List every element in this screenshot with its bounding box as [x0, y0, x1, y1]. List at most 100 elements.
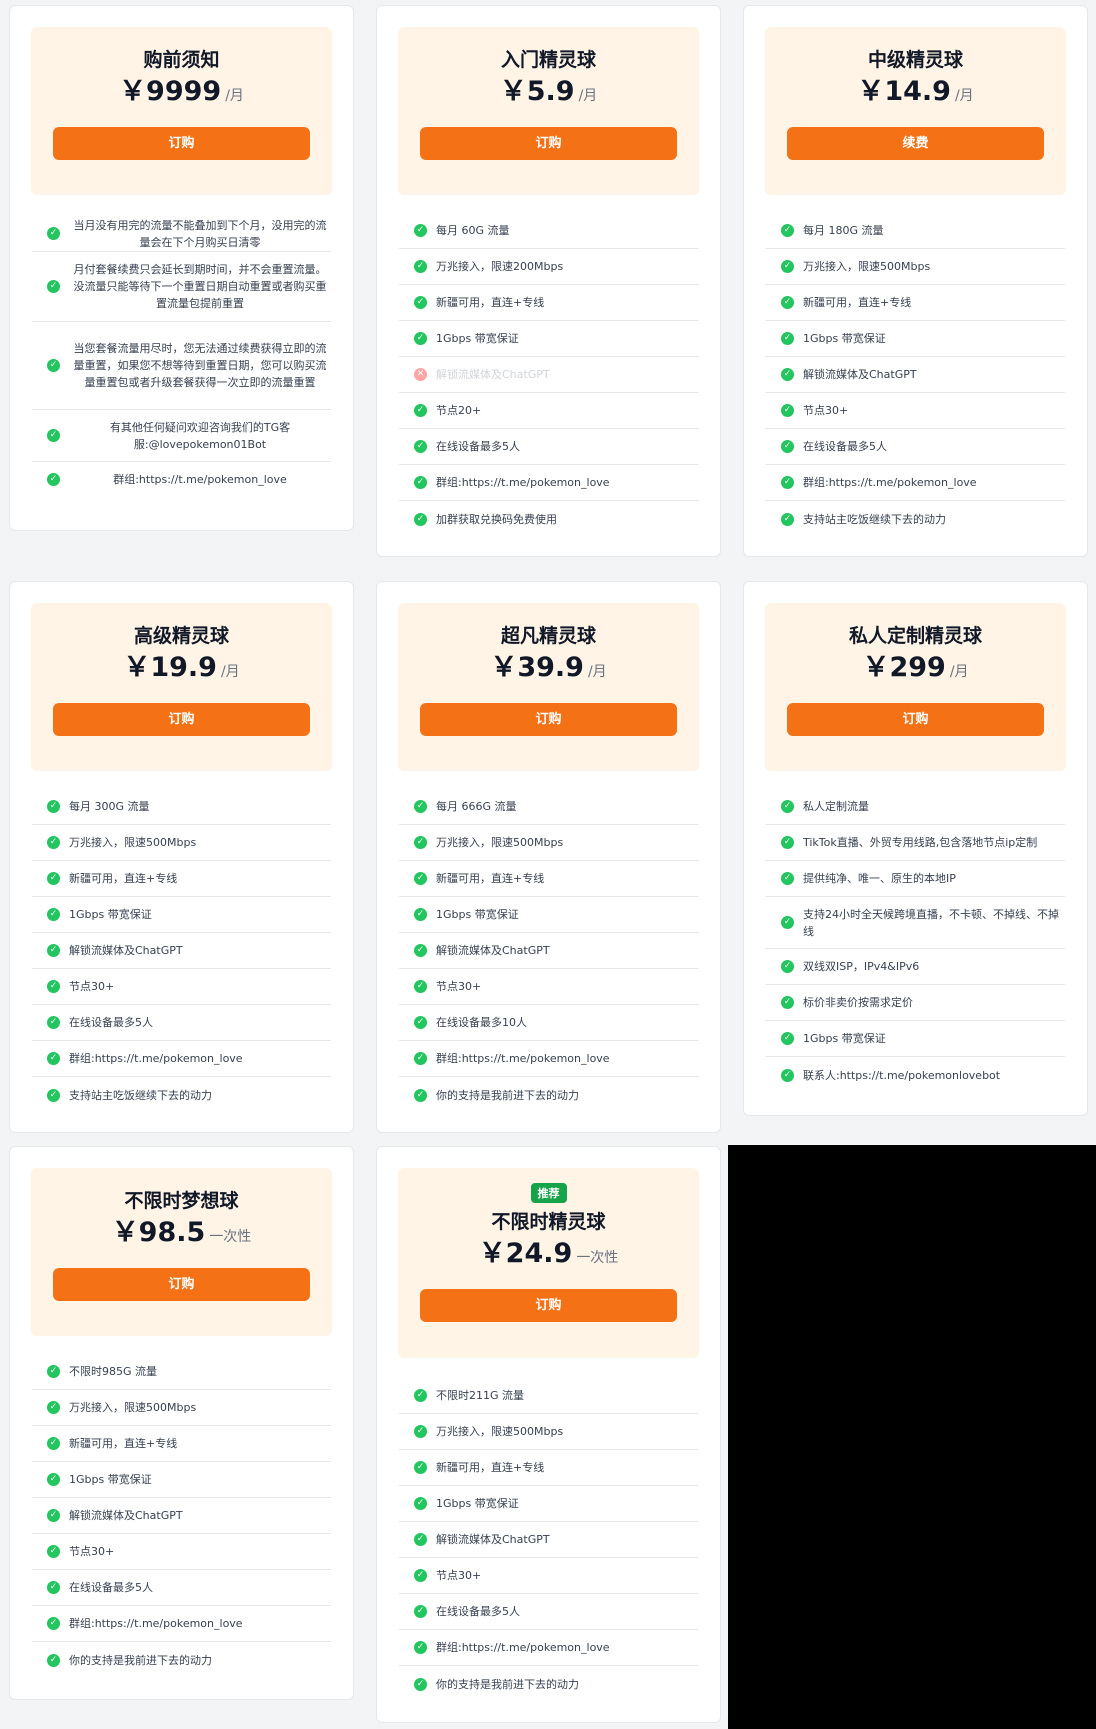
plan-card: 入门精灵球 ￥5.9/月 订购 ✓ 每月 60G 流量 ✓ 万兆接入，限速200Mbps ✓ 新… — [376, 5, 721, 557]
plan-price: ￥14.9 — [857, 76, 951, 107]
check-icon: ✓ — [47, 359, 60, 372]
feature-item: ✓ 解锁流媒体及ChatGPT — [32, 1498, 331, 1534]
feature-text: 解锁流媒体及ChatGPT — [69, 944, 183, 957]
renew-button[interactable]: 续费 — [787, 127, 1044, 160]
feature-item: ✓ 支持24小时全天候跨境直播，不卡顿、不掉线、不掉线 — [766, 897, 1065, 949]
price-row: ￥19.9/月 — [31, 651, 332, 689]
check-icon: ✓ — [781, 476, 794, 489]
subscribe-button[interactable]: 订购 — [787, 703, 1044, 736]
feature-item: ✓ 每月 666G 流量 — [399, 789, 698, 825]
feature-item: ✓ 解锁流媒体及ChatGPT — [399, 1522, 698, 1558]
check-icon: ✓ — [781, 332, 794, 345]
plan-header: 不限时梦想球 ￥98.5 一次性 订购 — [31, 1168, 332, 1336]
plan-name: 中级精灵球 — [867, 49, 963, 71]
check-icon: ✓ — [414, 1088, 427, 1102]
feature-item: ✓ 支持站主吃饭继续下去的动力 — [32, 1077, 331, 1113]
feature-text: 解锁流媒体及ChatGPT — [436, 1533, 550, 1546]
subscribe-button[interactable]: 订购 — [420, 703, 677, 736]
feature-text: 不限时985G 流量 — [69, 1365, 158, 1378]
plan-card: 购前须知 ￥9999/月订购 ✓ 当月没有用完的流量不能叠加到下个月，没用完的流量会在… — [9, 5, 354, 531]
check-icon: ✓ — [47, 280, 60, 293]
subscribe-button[interactable]: 订购 — [53, 127, 310, 160]
check-icon: ✓ — [781, 872, 794, 885]
feature-text: 在线设备最多10人 — [436, 1016, 527, 1029]
check-icon: ✓ — [414, 404, 427, 417]
plan-card: 不限时梦想球 ￥98.5 一次性 订购 ✓ 不限时985G 流量 ✓ 万兆接入，限速500Mb… — [9, 1146, 354, 1700]
price-row: ￥299/月 — [765, 651, 1066, 689]
feature-list: ✓ 每月 300G 流量 ✓ 万兆接入，限速500Mbps ✓ 新疆可用，直连+专线 ✓ 1G… — [32, 789, 331, 1113]
feature-item: ✓ 双线双ISP，IPv4&IPv6 — [766, 949, 1065, 985]
feature-text: 每月 666G 流量 — [436, 800, 517, 813]
feature-item: ✓ 在线设备最多5人 — [399, 1594, 698, 1630]
plan-card: 推荐 不限时精灵球 ￥24.9 一次性 订购 ✓ 不限时211G 流量 ✓ 万兆接入，限速500… — [376, 1146, 721, 1723]
subscribe-button[interactable]: 订购 — [420, 1289, 677, 1322]
feature-item: ✓ 1Gbps 带宽保证 — [766, 321, 1065, 357]
check-icon: ✓ — [781, 404, 794, 417]
check-icon: ✓ — [781, 836, 794, 849]
feature-item: ✓ 联系人:https://t.me/pokemonlovebot — [766, 1057, 1065, 1093]
check-icon: ✓ — [414, 476, 427, 489]
feature-item: ✓ 节点30+ — [32, 1534, 331, 1570]
check-icon: ✓ — [781, 512, 794, 526]
price-row: ￥39.9/月 — [398, 651, 699, 689]
plan-price: ￥19.9 — [123, 652, 217, 683]
check-icon: ✓ — [47, 429, 60, 442]
feature-text: 新疆可用，直连+专线 — [803, 296, 912, 309]
plan-card: 私人定制精灵球 ￥299/月 订购 ✓ 私人定制流量 ✓ TikTok直播、外贸专用线路,包… — [743, 581, 1088, 1116]
check-icon: ✓ — [414, 1016, 427, 1029]
check-icon: ✓ — [414, 1605, 427, 1618]
feature-item: ✓ 提供纯净、唯一、原生的本地IP — [766, 861, 1065, 897]
subscribe-button[interactable]: 订购 — [420, 127, 677, 160]
price-row: ￥5.9/月 — [398, 75, 699, 113]
plan-price: ￥98.5 — [111, 1217, 206, 1248]
feature-item: ✓ 解锁流媒体及ChatGPT — [766, 357, 1065, 393]
feature-text: 新疆可用，直连+专线 — [436, 872, 545, 885]
feature-list: ✓ 不限时211G 流量 ✓ 万兆接入，限速500Mbps ✓ 新疆可用，直连+专线 ✓ 1G… — [399, 1378, 698, 1702]
price-row: ￥14.9/月 — [765, 75, 1066, 113]
check-icon: ✓ — [47, 1016, 60, 1029]
feature-text: 1Gbps 带宽保证 — [436, 1497, 519, 1510]
feature-text: TikTok直播、外贸专用线路,包含落地节点ip定制 — [803, 836, 1038, 849]
feature-text: 你的支持是我前进下去的动力 — [436, 1088, 579, 1102]
feature-item: ✓ 群组:https://t.me/pokemon_love — [32, 1041, 331, 1077]
feature-list: ✓ 私人定制流量 ✓ TikTok直播、外贸专用线路,包含落地节点ip定制 ✓ 提供纯净、… — [766, 789, 1065, 1093]
feature-text: 每月 180G 流量 — [803, 224, 884, 237]
feature-text: 节点30+ — [436, 980, 482, 993]
check-icon: ✓ — [781, 368, 794, 381]
subscribe-button[interactable]: 订购 — [53, 1268, 310, 1301]
feature-item: ✓ 群组:https://t.me/pokemon_love — [32, 1606, 331, 1642]
feature-text: 节点30+ — [803, 404, 849, 417]
feature-item: ✓ 新疆可用，直连+专线 — [766, 285, 1065, 321]
plan-header: 中级精灵球 ￥14.9/月续费 — [765, 27, 1066, 195]
feature-item: ✓ 你的支持是我前进下去的动力 — [32, 1642, 331, 1678]
price-row: ￥9999/月 — [31, 75, 332, 113]
price-unit: /月 — [587, 664, 607, 680]
check-icon: ✓ — [781, 1068, 794, 1082]
feature-item: ✓ 月付套餐续费只会延长到期时间，并不会重置流量。没流量只能等待下一个重置日期自动… — [32, 252, 331, 322]
check-icon: ✓ — [414, 800, 427, 813]
check-icon: ✓ — [47, 944, 60, 957]
plan-name: 购前须知 — [143, 49, 220, 71]
check-icon: ✓ — [47, 227, 60, 240]
feature-item: ✓ 当月没有用完的流量不能叠加到下个月，没用完的流量会在下个月购买日清零 — [32, 216, 331, 252]
feature-text: 万兆接入，限速500Mbps — [803, 260, 931, 273]
check-icon: ✓ — [414, 980, 427, 993]
feature-item: ✓ 解锁流媒体及ChatGPT — [399, 933, 698, 969]
check-icon: ✓ — [414, 440, 427, 453]
feature-text: 标价非卖价按需求定价 — [803, 996, 913, 1009]
feature-text: 新疆可用，直连+专线 — [436, 296, 545, 309]
feature-item: ✓ 万兆接入，限速500Mbps — [766, 249, 1065, 285]
feature-item: ✓ 群组:https://t.me/pokemon_love — [766, 465, 1065, 501]
plan-price: ￥39.9 — [490, 652, 584, 683]
check-icon: ✓ — [47, 1653, 60, 1667]
check-icon: ✓ — [781, 960, 794, 973]
feature-item: ✓ 新疆可用，直连+专线 — [399, 285, 698, 321]
feature-text: 1Gbps 带宽保证 — [803, 1032, 886, 1045]
feature-text: 解锁流媒体及ChatGPT — [436, 944, 550, 957]
feature-text: 在线设备最多5人 — [69, 1016, 153, 1029]
feature-text: 解锁流媒体及ChatGPT — [69, 1509, 183, 1522]
subscribe-button[interactable]: 订购 — [53, 703, 310, 736]
feature-text: 联系人:https://t.me/pokemonlovebot — [803, 1068, 1001, 1082]
check-icon: ✓ — [414, 1677, 427, 1691]
feature-text: 你的支持是我前进下去的动力 — [69, 1653, 212, 1667]
